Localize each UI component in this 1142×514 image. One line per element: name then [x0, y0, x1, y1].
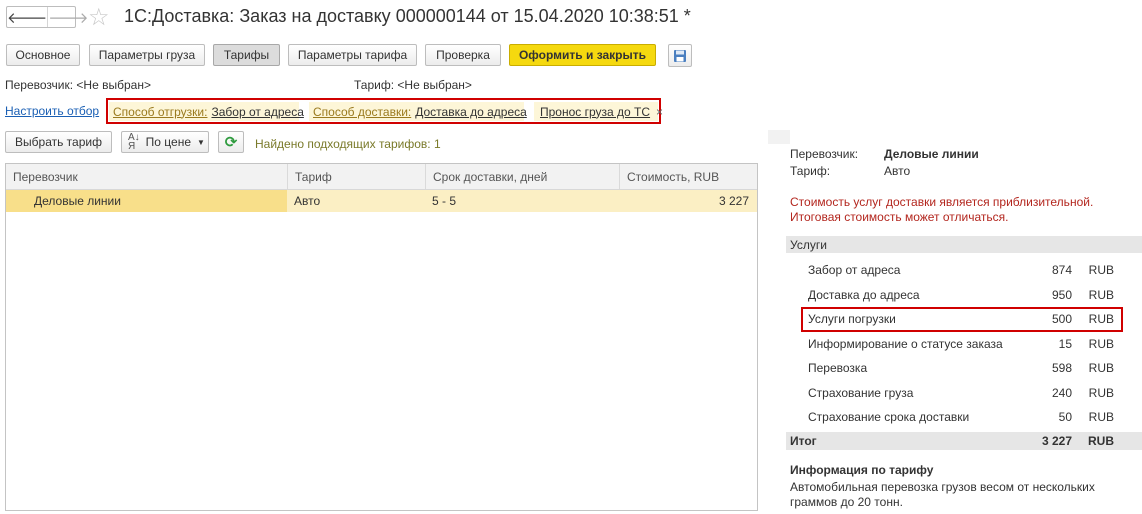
forward-arrow-icon[interactable]: 🡒 — [47, 7, 88, 27]
service-amount: 50 — [1058, 410, 1072, 424]
service-name: Забор от адреса — [808, 263, 901, 277]
service-name: Информирование о статусе заказа — [808, 337, 1003, 351]
chevron-down-icon: ▼ — [197, 137, 205, 147]
filter-chip-value[interactable]: Пронос груза до ТС — [540, 105, 650, 119]
refresh-icon: ⟳ — [224, 134, 238, 151]
history-nav: 🡐 🡒 — [6, 6, 88, 28]
price-warning-line2: Итоговая стоимость может отличаться. — [790, 210, 1009, 224]
tariff-field: Тариф: <Не выбран> — [354, 78, 472, 92]
table-row[interactable]: Деловые линии Авто 5 - 5 3 227 — [6, 190, 757, 212]
tariffs-table: Перевозчик Тариф Срок доставки, дней Сто… — [5, 163, 758, 511]
filter-chip-value[interactable]: Забор от адреса — [211, 105, 303, 119]
select-tariff-button[interactable]: Выбрать тариф — [5, 131, 112, 153]
favorite-star-icon[interactable]: ☆ — [88, 3, 110, 32]
tab-cargo-params[interactable]: Параметры груза — [89, 44, 205, 66]
service-currency: RUB — [1088, 361, 1114, 375]
tab-tariff-params[interactable]: Параметры тарифа — [288, 44, 417, 66]
filter-chip-delivery[interactable]: Способ доставки: Доставка до адреса — [309, 102, 527, 121]
carrier-field: Перевозчик: <Не выбран> — [5, 78, 151, 92]
table-header: Перевозчик Тариф Срок доставки, дней Сто… — [6, 164, 757, 190]
price-warning-line1: Стоимость услуг доставки является прибли… — [790, 195, 1094, 209]
sort-icon: А↓ Я — [128, 132, 140, 152]
tariff-info-line2: граммов до 20 тонн. — [790, 495, 903, 509]
summary-carrier-value: Деловые линии — [884, 147, 979, 161]
filter-chip-key: Способ доставки: — [313, 104, 412, 119]
tab-tariffs[interactable]: Тарифы — [213, 44, 280, 66]
services-header-bar — [786, 236, 1142, 253]
tariff-info-title: Информация по тарифу — [790, 463, 934, 477]
cell-term: 5 - 5 — [432, 194, 457, 208]
filter-chip-shipment[interactable]: Способ отгрузки: Забор от адреса — [109, 102, 304, 121]
filter-chip-loading[interactable]: Пронос груза до ТС × — [534, 102, 663, 121]
summary-carrier-label: Перевозчик: — [790, 147, 859, 161]
refresh-button[interactable]: ⟳ — [218, 131, 244, 153]
service-amount: 950 — [1051, 288, 1072, 302]
service-name: Перевозка — [808, 361, 868, 375]
configure-filter-link[interactable]: Настроить отбор — [5, 104, 99, 118]
sort-dropdown[interactable]: А↓ Я По цене ▼ — [121, 131, 209, 153]
filter-chip-value[interactable]: Доставка до адреса — [415, 105, 527, 119]
service-amount: 15 — [1058, 337, 1072, 351]
cell-cost: 3 227 — [718, 194, 749, 208]
filter-chip-key: Способ отгрузки: — [113, 104, 208, 119]
column-header-cost[interactable]: Стоимость, RUB — [619, 164, 757, 189]
tariff-label: Тариф: — [354, 78, 395, 92]
summary-tariff-label: Тариф: — [790, 164, 831, 178]
panel-divider — [768, 130, 790, 144]
service-amount: 500 — [1051, 312, 1072, 326]
services-header: Услуги — [790, 238, 827, 252]
total-amount: 3 227 — [1041, 434, 1072, 448]
service-currency: RUB — [1088, 410, 1114, 424]
total-label: Итог — [790, 434, 817, 448]
summary-tariff-value: Авто — [884, 164, 911, 178]
column-header-tariff[interactable]: Тариф — [287, 164, 425, 189]
carrier-label: Перевозчик: — [5, 78, 74, 92]
service-amount: 240 — [1051, 386, 1072, 400]
window-title: 1С:Доставка: Заказ на доставку 000000144… — [124, 6, 691, 26]
sort-label: По цене — [145, 135, 192, 149]
service-currency: RUB — [1088, 337, 1114, 351]
submit-close-button[interactable]: Оформить и закрыть — [509, 44, 656, 66]
service-name: Доставка до адреса — [808, 288, 920, 302]
save-icon[interactable] — [668, 44, 692, 67]
service-currency: RUB — [1088, 312, 1114, 326]
service-currency: RUB — [1088, 263, 1114, 277]
tariff-value[interactable]: <Не выбран> — [397, 78, 472, 92]
cell-tariff: Авто — [294, 194, 321, 208]
found-count-text: Найдено подходящих тарифов: 1 — [255, 137, 441, 151]
back-arrow-icon[interactable]: 🡐 — [7, 7, 47, 27]
service-currency: RUB — [1088, 386, 1114, 400]
service-amount: 598 — [1051, 361, 1072, 375]
service-name: Страхование срока доставки — [808, 410, 970, 424]
total-currency: RUB — [1088, 434, 1114, 448]
carrier-value[interactable]: <Не выбран> — [76, 78, 151, 92]
service-amount: 874 — [1051, 263, 1072, 277]
close-icon[interactable]: × — [656, 105, 663, 119]
tariff-info-line1: Автомобильная перевозка грузов весом от … — [790, 480, 1095, 494]
service-currency: RUB — [1088, 288, 1114, 302]
tab-check[interactable]: Проверка — [425, 44, 501, 66]
column-header-carrier[interactable]: Перевозчик — [6, 164, 287, 189]
tab-basic[interactable]: Основное — [6, 44, 80, 66]
column-header-term[interactable]: Срок доставки, дней — [425, 164, 619, 189]
service-name: Услуги погрузки — [808, 312, 896, 326]
service-name: Страхование груза — [808, 386, 914, 400]
cell-carrier: Деловые линии — [6, 190, 287, 212]
